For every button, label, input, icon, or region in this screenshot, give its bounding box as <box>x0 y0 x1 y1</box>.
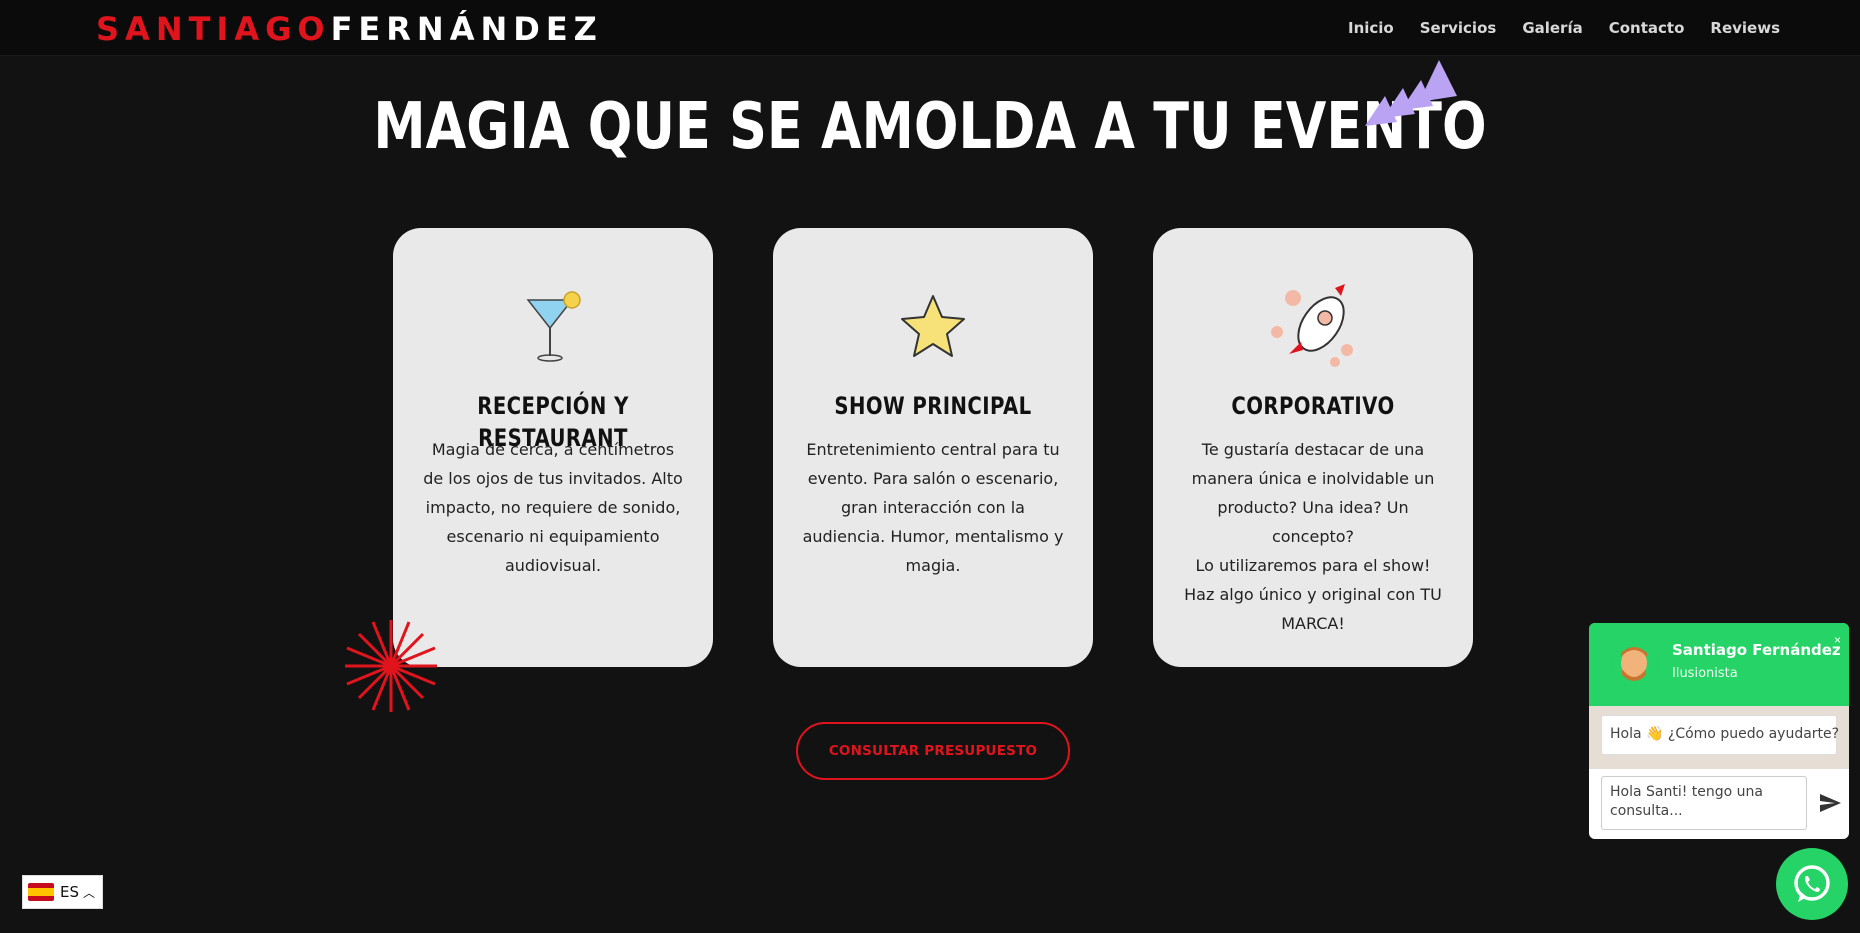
nav-reviews[interactable]: Reviews <box>1710 18 1780 38</box>
avatar <box>1611 641 1657 687</box>
nav-galeria[interactable]: Galería <box>1522 18 1582 38</box>
language-selector[interactable]: ES ︿ <box>22 875 103 909</box>
main-nav: Inicio Servicios Galería Contacto Review… <box>1348 18 1780 38</box>
nav-contacto[interactable]: Contacto <box>1609 18 1685 38</box>
chat-contact-name: Santiago Fernández <box>1672 641 1841 659</box>
card-title: CORPORATIVO <box>1231 392 1395 420</box>
close-icon[interactable]: × <box>1834 633 1841 647</box>
chat-header: Santiago Fernández Ilusionista × <box>1589 623 1849 706</box>
chat-contact-role: Ilusionista <box>1672 666 1738 681</box>
service-card-corporativo: CORPORATIVO Te gustaría destacar de una … <box>1153 228 1473 667</box>
chat-greeting-bubble: Hola 👋 ¿Cómo puedo ayudarte? <box>1601 715 1839 755</box>
star-icon <box>773 286 1093 366</box>
cocktail-glass-icon <box>393 286 713 366</box>
spain-flag-icon <box>28 883 54 901</box>
chat-message-input[interactable]: Hola Santi! tengo una consulta... <box>1601 776 1807 830</box>
logo-last-name: FERNÁNDEZ <box>330 10 603 48</box>
logo-first-name: SANTIAGO <box>96 10 331 48</box>
site-header: SANTIAGOFERNÁNDEZ Inicio Servicios Galer… <box>0 0 1860 56</box>
rocket-icon <box>1153 280 1473 376</box>
page-title: MAGIA QUE SE AMOLDA A TU EVENTO <box>373 90 1487 164</box>
starburst-decoration-icon <box>345 620 437 712</box>
service-card-recepcion: RECEPCIÓN Y RESTAURANT Magia de cerca, a… <box>393 228 713 667</box>
card-title: SHOW PRINCIPAL <box>834 392 1032 420</box>
card-description: Magia de cerca, a centímetros de los ojo… <box>423 440 683 575</box>
language-code: ES <box>60 883 79 901</box>
send-icon[interactable] <box>1818 791 1842 815</box>
request-quote-button[interactable]: CONSULTAR PRESUPUESTO <box>796 722 1070 780</box>
whatsapp-chat-widget: Santiago Fernández Ilusionista × Hola 👋 … <box>1589 623 1849 839</box>
whatsapp-icon <box>1794 865 1830 902</box>
whatsapp-button[interactable] <box>1776 848 1848 920</box>
service-card-show-principal: SHOW PRINCIPAL Entretenimiento central p… <box>773 228 1093 667</box>
card-description: Entretenimiento central para tu evento. … <box>802 440 1064 575</box>
card-description: Te gustaría destacar de una manera única… <box>1181 435 1445 638</box>
site-logo[interactable]: SANTIAGOFERNÁNDEZ <box>96 11 603 47</box>
card-description-line1: Te gustaría destacar de una manera única… <box>1191 440 1435 546</box>
nav-servicios[interactable]: Servicios <box>1420 18 1497 38</box>
nav-inicio[interactable]: Inicio <box>1348 18 1394 38</box>
card-description-line2: Lo utilizaremos para el show! Haz algo ú… <box>1184 556 1442 633</box>
zigzag-decoration-icon <box>1365 60 1457 126</box>
chevron-up-icon: ︿ <box>83 885 96 900</box>
